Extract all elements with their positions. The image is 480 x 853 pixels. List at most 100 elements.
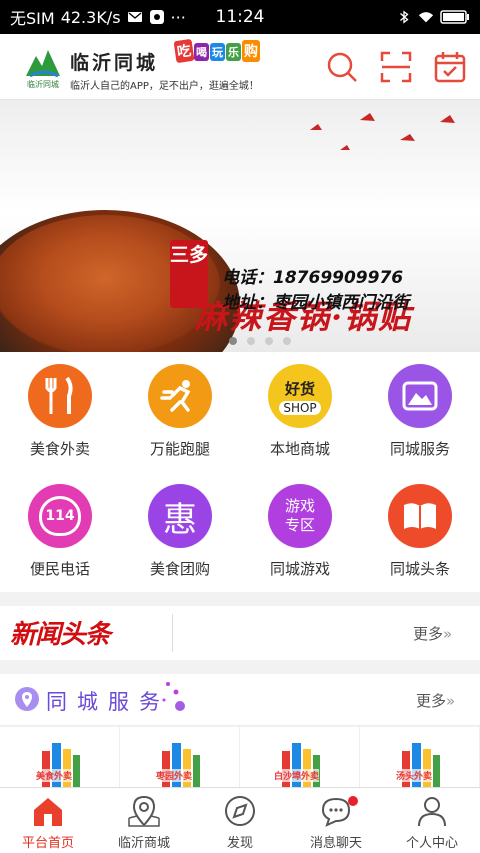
tab-messages[interactable]: 消息聊天 bbox=[288, 788, 384, 853]
book-icon bbox=[388, 484, 452, 548]
logo-caption: 临沂同城 bbox=[27, 79, 59, 89]
brand-name: 临沂同城 bbox=[70, 52, 159, 74]
goods-shop-icon: 好货 SHOP bbox=[268, 364, 332, 428]
category-label: 同城游戏 bbox=[269, 560, 330, 578]
service-item[interactable]: 汤头外卖 bbox=[360, 727, 480, 787]
tab-discover[interactable]: 发现 bbox=[192, 788, 288, 853]
tab-label: 发现 bbox=[226, 836, 253, 851]
birds-icon bbox=[310, 113, 455, 150]
user-icon bbox=[418, 797, 446, 827]
category-headlines[interactable]: 同城头条 bbox=[360, 472, 480, 592]
divider bbox=[172, 614, 173, 652]
mountain-icon bbox=[388, 364, 452, 428]
service-more-link[interactable]: 更多» bbox=[416, 690, 455, 711]
category-label: 同城服务 bbox=[389, 440, 450, 458]
service-caption: 汤头外卖 bbox=[396, 769, 433, 782]
bluetooth-icon bbox=[400, 10, 409, 24]
category-city-service[interactable]: 同城服务 bbox=[360, 352, 480, 472]
fork-knife-icon bbox=[28, 364, 92, 428]
game-line: 游戏 bbox=[284, 497, 315, 515]
double-chevron-icon: » bbox=[443, 625, 453, 643]
app-notification-icon bbox=[149, 10, 164, 24]
category-label: 本地商城 bbox=[269, 440, 330, 458]
category-group-buy[interactable]: 惠 美食团购 bbox=[120, 472, 240, 592]
message-icon bbox=[127, 12, 142, 22]
status-bar: 无SIM 42.3K/s ··· 11:24 bbox=[0, 0, 480, 34]
service-caption: 白沙埠外卖 bbox=[274, 769, 320, 782]
page-dot[interactable] bbox=[229, 337, 237, 345]
banner-phone: 电话：18769909976 bbox=[222, 268, 404, 288]
game-line: 专区 bbox=[284, 516, 315, 534]
category-label: 美食外卖 bbox=[29, 440, 90, 458]
compass-icon bbox=[225, 796, 255, 826]
app-logo-icon[interactable]: 临沂同城 bbox=[18, 42, 68, 92]
battery-icon bbox=[440, 10, 469, 24]
location-pin-icon bbox=[15, 687, 39, 711]
app-header: 临沂同城 临沂同城 临沂人自己的APP，足不出户，逛遍全城！ 吃喝玩乐购 bbox=[0, 34, 480, 100]
page-dot[interactable] bbox=[265, 337, 273, 345]
tab-label: 平台首页 bbox=[21, 836, 74, 851]
phone-badge: 114 bbox=[39, 496, 81, 536]
category-label: 万能跑腿 bbox=[149, 440, 210, 458]
badge-char: 乐 bbox=[226, 43, 241, 61]
scan-icon[interactable] bbox=[379, 50, 413, 84]
runner-icon bbox=[148, 364, 212, 428]
category-label: 便民电话 bbox=[29, 560, 90, 578]
service-item[interactable]: 枣园外卖 bbox=[120, 727, 240, 787]
category-local-shop[interactable]: 好货 SHOP 本地商城 bbox=[240, 352, 360, 472]
badge-char: 购 bbox=[242, 40, 260, 62]
page-dot[interactable] bbox=[247, 337, 255, 345]
badge-char: 喝 bbox=[194, 43, 209, 61]
more-label: 更多 bbox=[413, 625, 444, 643]
banner-pagination[interactable] bbox=[0, 337, 480, 345]
more-notifications-icon: ··· bbox=[170, 7, 186, 27]
service-caption: 枣园外卖 bbox=[156, 769, 193, 782]
badge-char: 玩 bbox=[210, 43, 225, 61]
calendar-icon[interactable] bbox=[433, 50, 467, 84]
news-logo: 新闻头条 bbox=[10, 620, 111, 650]
tab-home[interactable]: 平台首页 bbox=[0, 788, 96, 853]
category-games[interactable]: 游戏 专区 同城游戏 bbox=[240, 472, 360, 592]
tab-label: 个人中心 bbox=[405, 836, 458, 851]
tab-mall[interactable]: 临沂商城 bbox=[96, 788, 192, 853]
map-pin-icon bbox=[128, 795, 160, 827]
game-icon: 游戏 专区 bbox=[268, 484, 332, 548]
category-phone[interactable]: 114 便民电话 bbox=[0, 472, 120, 592]
double-chevron-icon: » bbox=[446, 692, 456, 710]
slogan: 临沂人自己的APP，足不出户，逛遍全城！ bbox=[70, 81, 259, 92]
promo-banner[interactable]: 三多 麻辣香锅·锅贴 电话：18769909976 地址：枣园小镇西门沿街 bbox=[0, 100, 480, 352]
service-list: 美食外卖 枣园外卖 白沙埠外卖 汤头外卖 bbox=[0, 727, 480, 787]
tab-label: 临沂商城 bbox=[117, 836, 170, 851]
page-dot[interactable] bbox=[283, 337, 291, 345]
category-grid: 美食外卖 万能跑腿 好货 SHOP 本地商城 同城服务 114 便民电话 惠 美… bbox=[0, 352, 480, 592]
news-more-link[interactable]: 更多» bbox=[413, 623, 452, 644]
slogan-badge: 吃喝玩乐购 bbox=[173, 38, 261, 64]
wifi-icon bbox=[418, 12, 434, 23]
unread-dot bbox=[348, 796, 358, 806]
tab-label: 消息聊天 bbox=[309, 836, 362, 851]
service-item[interactable]: 美食外卖 bbox=[0, 727, 120, 787]
service-caption: 美食外卖 bbox=[36, 769, 73, 782]
service-item[interactable]: 白沙埠外卖 bbox=[240, 727, 360, 787]
service-title: 同城服务 bbox=[46, 690, 170, 714]
phone-114-icon: 114 bbox=[28, 484, 92, 548]
network-speed: 42.3K/s bbox=[60, 7, 121, 27]
tab-profile[interactable]: 个人中心 bbox=[384, 788, 480, 853]
shop-badge-top: 好货 bbox=[284, 379, 315, 398]
bottom-tab-bar: 平台首页 临沂商城 发现 消息聊天 个人中心 bbox=[0, 787, 480, 853]
category-errand[interactable]: 万能跑腿 bbox=[120, 352, 240, 472]
category-label: 美食团购 bbox=[149, 560, 210, 578]
badge-char: 吃 bbox=[173, 38, 195, 64]
search-icon[interactable] bbox=[325, 50, 359, 84]
service-section-header: 同城服务 更多» bbox=[0, 674, 480, 726]
banner-address: 地址：枣园小镇西门沿街 bbox=[222, 293, 409, 313]
news-section: 新闻头条 更多» bbox=[0, 606, 480, 660]
hui-char: 惠 bbox=[163, 499, 197, 540]
shop-badge-bottom: SHOP bbox=[279, 400, 321, 415]
category-label: 同城头条 bbox=[389, 560, 450, 578]
hui-icon: 惠 bbox=[148, 484, 212, 548]
carrier-text: 无SIM bbox=[10, 9, 55, 28]
category-food-delivery[interactable]: 美食外卖 bbox=[0, 352, 120, 472]
more-label: 更多 bbox=[416, 692, 447, 710]
home-icon bbox=[34, 798, 62, 826]
